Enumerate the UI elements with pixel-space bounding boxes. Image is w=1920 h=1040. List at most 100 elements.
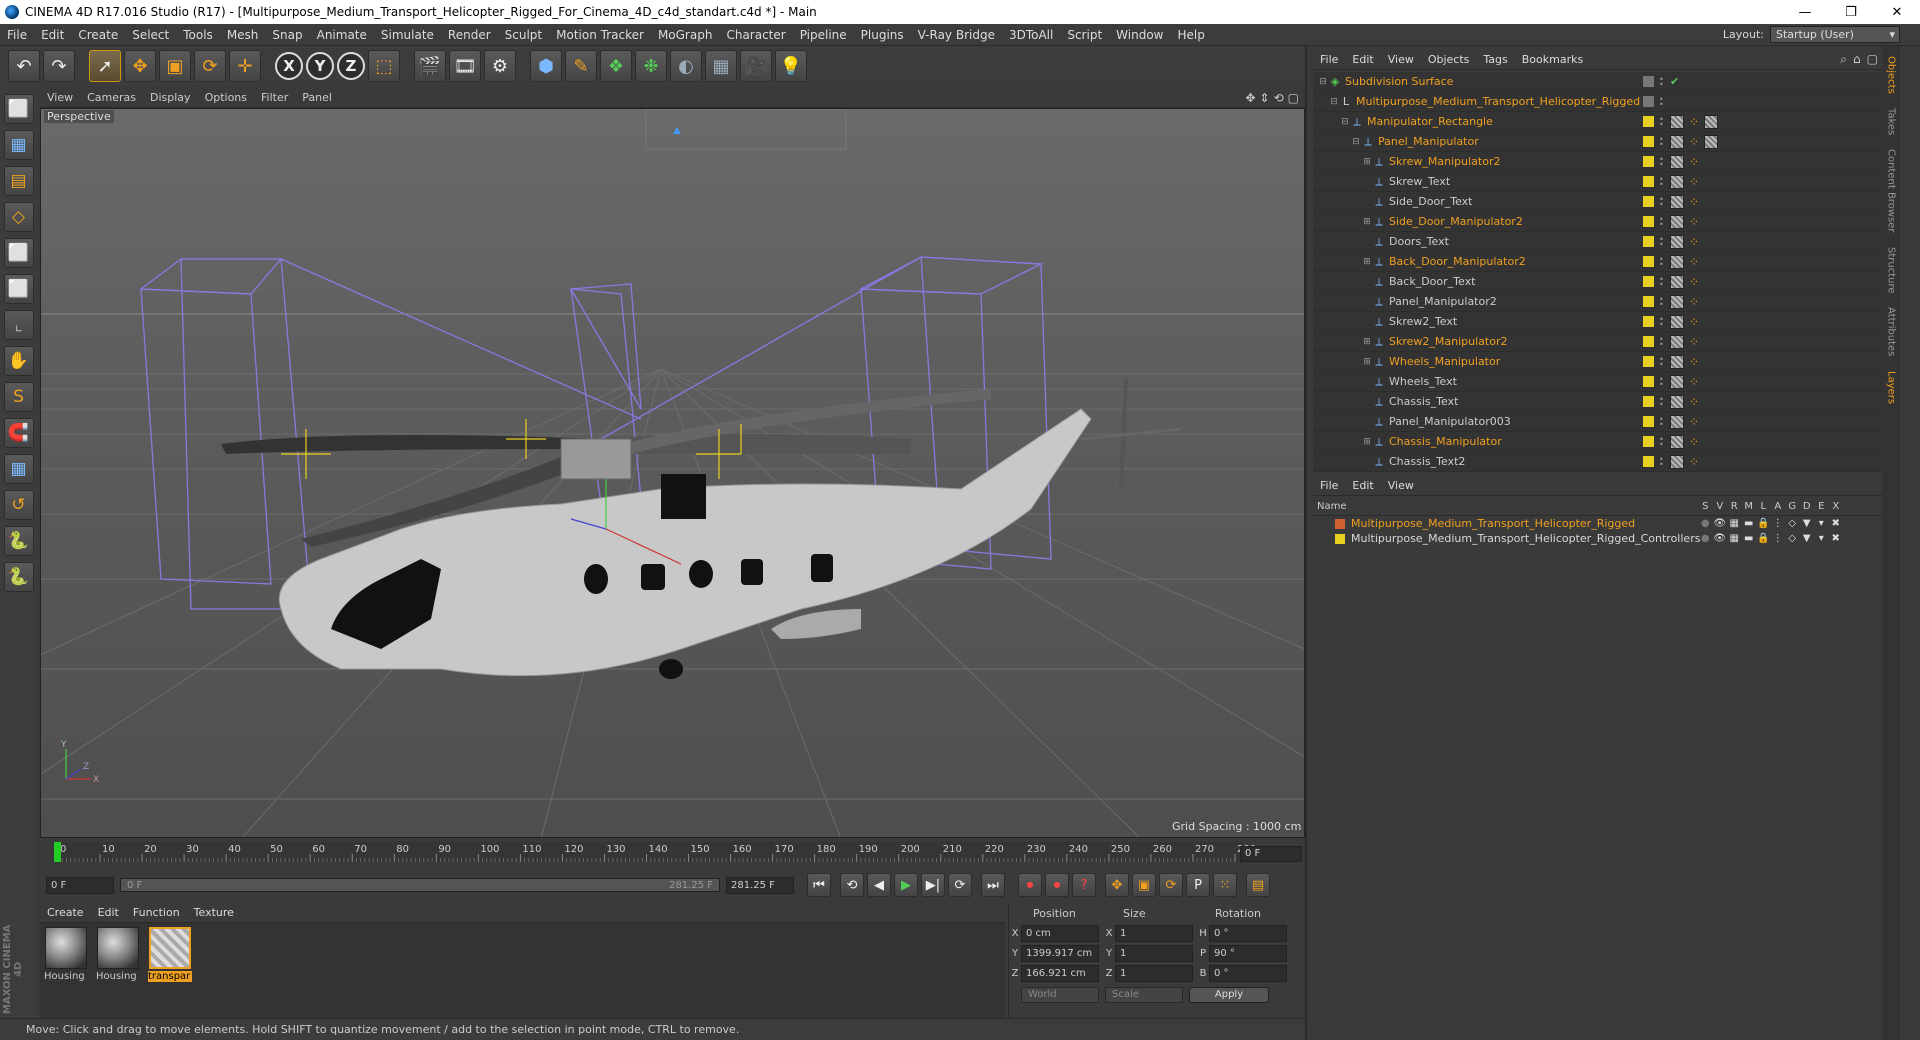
- material-tag-icon[interactable]: [1670, 194, 1684, 209]
- perspective-viewport[interactable]: Y X Z: [40, 108, 1305, 838]
- layer-toggle-icon[interactable]: ▦: [1727, 518, 1742, 529]
- material-swatch[interactable]: Housing: [96, 927, 140, 1014]
- layer-color-swatch[interactable]: [1643, 296, 1654, 307]
- visibility-dots-icon[interactable]: • •: [1659, 375, 1665, 388]
- object-row[interactable]: ⊞ ⟂ Skrew2_Manipulator2 • • ⁘: [1313, 332, 1888, 352]
- material-tag-icon[interactable]: [1670, 414, 1684, 429]
- object-name[interactable]: Skrew2_Manipulator2: [1389, 335, 1507, 348]
- visibility-dots-icon[interactable]: • •: [1659, 435, 1665, 448]
- search-icon[interactable]: ⌕: [1840, 52, 1847, 67]
- visibility-dots-icon[interactable]: • •: [1659, 75, 1665, 88]
- object-row[interactable]: ⊟ ⟂ Manipulator_Rectangle • • ⁘: [1313, 112, 1888, 132]
- menu-plugins[interactable]: Plugins: [854, 28, 911, 42]
- layer-toggle-icon[interactable]: ▼: [1800, 533, 1815, 544]
- material-tag-2-icon[interactable]: [1704, 134, 1719, 149]
- snapping-button[interactable]: 🧲: [3, 418, 34, 448]
- x-axis-lock-button[interactable]: X: [275, 52, 303, 80]
- rotate-view-icon[interactable]: ⟲: [1274, 91, 1284, 105]
- visibility-dots-icon[interactable]: • •: [1659, 295, 1665, 308]
- enabled-check-icon[interactable]: ✔: [1670, 75, 1679, 88]
- layer-column-header[interactable]: V: [1713, 501, 1728, 512]
- record-scale-button[interactable]: ▣: [1132, 873, 1156, 897]
- texture-mode-button[interactable]: ▤: [3, 166, 34, 196]
- visibility-dots-icon[interactable]: • •: [1659, 175, 1665, 188]
- layer-color-swatch[interactable]: [1643, 216, 1654, 227]
- timeline-window-button[interactable]: ▤: [1246, 873, 1270, 897]
- tree-expander-icon[interactable]: ⊞: [1361, 157, 1373, 167]
- xpresso-tag-icon[interactable]: ⁘: [1689, 335, 1699, 349]
- layer-name[interactable]: Multipurpose_Medium_Transport_Helicopter…: [1351, 532, 1700, 545]
- menu-pipeline[interactable]: Pipeline: [793, 28, 854, 42]
- timeline-ruler[interactable]: 0 10 20 30 40 50 60 70 80 90 100 110 120 130 140 150 160…: [40, 840, 1305, 866]
- object-name[interactable]: Multipurpose_Medium_Transport_Helicopter…: [1356, 95, 1640, 108]
- material-tag-icon[interactable]: [1670, 274, 1684, 289]
- record-parameter-button[interactable]: P: [1186, 873, 1210, 897]
- layer-column-header[interactable]: D: [1800, 501, 1815, 512]
- scale-tool-button[interactable]: ▣: [159, 50, 191, 82]
- layer-toggle-icon[interactable]: ▬: [1742, 518, 1757, 529]
- menu-mesh[interactable]: Mesh: [220, 28, 266, 42]
- material-tag-2-icon[interactable]: [1704, 114, 1719, 129]
- viewport-menu-display[interactable]: Display: [143, 91, 198, 104]
- record-rotation-button[interactable]: ⟳: [1159, 873, 1183, 897]
- xpresso-tag-icon[interactable]: ⁘: [1689, 175, 1699, 189]
- side-tab[interactable]: Content Browser: [1886, 149, 1897, 232]
- timeline[interactable]: 0 10 20 30 40 50 60 70 80 90 100 110 120 130 140 150 160…: [40, 840, 1305, 866]
- visibility-dots-icon[interactable]: • •: [1659, 135, 1665, 148]
- layer-toggle-icon[interactable]: ▦: [1727, 533, 1742, 544]
- layer-color-swatch[interactable]: [1643, 136, 1654, 147]
- polygons-mode-button[interactable]: ⌞: [3, 310, 34, 340]
- layer-toggle-icon[interactable]: ▬: [1742, 533, 1757, 544]
- layer-color-swatch[interactable]: [1335, 533, 1345, 544]
- object-row[interactable]: ⟂ Back_Door_Text • • ⁘: [1313, 272, 1888, 292]
- close-button[interactable]: ✕: [1874, 5, 1920, 20]
- layer-toggle-icon[interactable]: 👁: [1713, 533, 1728, 544]
- rotation-b-field[interactable]: 0 °: [1209, 964, 1287, 982]
- workplane-button[interactable]: ▦: [3, 454, 34, 484]
- maximize-button[interactable]: ❐: [1828, 5, 1874, 20]
- layer-color-swatch[interactable]: [1643, 196, 1654, 207]
- visibility-dots-icon[interactable]: • •: [1659, 415, 1665, 428]
- material-tag-icon[interactable]: [1670, 254, 1684, 269]
- current-frame-field[interactable]: 0 F: [1240, 846, 1302, 862]
- layer-color-swatch[interactable]: [1643, 76, 1654, 87]
- layer-toggle-icon[interactable]: ◇: [1785, 518, 1800, 529]
- visibility-dots-icon[interactable]: • •: [1659, 355, 1665, 368]
- layer-toggle-icon[interactable]: ▼: [1800, 518, 1815, 529]
- menu-script[interactable]: Script: [1060, 28, 1109, 42]
- object-menu-view[interactable]: View: [1381, 53, 1421, 66]
- visibility-dots-icon[interactable]: • •: [1659, 455, 1665, 468]
- layer-column-header[interactable]: E: [1814, 501, 1829, 512]
- material-tag-icon[interactable]: [1670, 314, 1684, 329]
- autokeying-button[interactable]: ⏺: [1045, 873, 1069, 897]
- size-y-field[interactable]: 1: [1115, 944, 1193, 962]
- position-x-field[interactable]: 0 cm: [1021, 924, 1099, 942]
- layer-column-header[interactable]: L: [1756, 501, 1771, 512]
- render-settings-button[interactable]: ⚙: [484, 50, 516, 82]
- render-view-button[interactable]: 🎬: [414, 50, 446, 82]
- object-menu-edit[interactable]: Edit: [1345, 53, 1380, 66]
- visibility-dots-icon[interactable]: • •: [1659, 115, 1665, 128]
- object-row[interactable]: ⊞ ⟂ Side_Door_Manipulator2 • • ⁘: [1313, 212, 1888, 232]
- layer-color-swatch[interactable]: [1643, 436, 1654, 447]
- rotate-tool-button[interactable]: ⟳: [194, 50, 226, 82]
- visibility-dots-icon[interactable]: • •: [1659, 155, 1665, 168]
- object-name[interactable]: Manipulator_Rectangle: [1367, 115, 1493, 128]
- layer-toggle-icon[interactable]: 🔒: [1756, 533, 1771, 544]
- xpresso-tag-icon[interactable]: ⁘: [1689, 415, 1699, 429]
- layer-color-swatch[interactable]: [1643, 336, 1654, 347]
- object-row[interactable]: ⊞ ⟂ Wheels_Manipulator • • ⁘: [1313, 352, 1888, 372]
- object-row[interactable]: ⊞ ⟂ Chassis_Manipulator • • ⁘: [1313, 432, 1888, 452]
- menu-edit[interactable]: Edit: [34, 28, 71, 42]
- layer-color-swatch[interactable]: [1643, 156, 1654, 167]
- xpresso-tag-icon[interactable]: ⁘: [1689, 195, 1699, 209]
- light-object-button[interactable]: 💡: [775, 50, 807, 82]
- start-frame-field[interactable]: 0 F: [46, 876, 114, 894]
- layer-menu-edit[interactable]: Edit: [1345, 479, 1380, 492]
- minimize-button[interactable]: —: [1782, 5, 1828, 20]
- material-tag-icon[interactable]: [1670, 294, 1684, 309]
- menu-character[interactable]: Character: [719, 28, 792, 42]
- visibility-dots-icon[interactable]: • •: [1659, 255, 1665, 268]
- object-name[interactable]: Chassis_Text: [1389, 395, 1458, 408]
- menu-snap[interactable]: Snap: [265, 28, 309, 42]
